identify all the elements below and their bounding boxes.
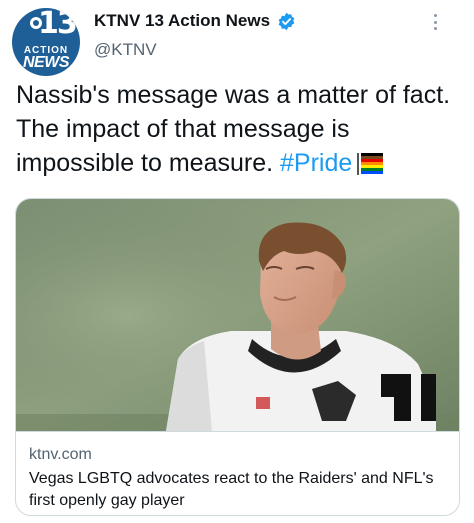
football-player-photo[interactable] <box>16 199 459 431</box>
link-card-meta[interactable]: ktnv.com Vegas LGBTQ advocates react to … <box>16 431 459 515</box>
avatar-number: 13 <box>38 8 78 41</box>
handle[interactable]: @KTNV <box>94 40 157 60</box>
rainbow-flag-icon <box>356 153 384 175</box>
more-options-icon[interactable] <box>427 12 443 32</box>
display-name[interactable]: KTNV 13 Action News <box>94 11 270 31</box>
link-domain: ktnv.com <box>29 446 92 463</box>
verified-badge-icon <box>278 12 295 31</box>
tweet-body: Nassib's message was a matter of fact. T… <box>16 81 451 177</box>
avatar-line2: NEWS <box>23 54 70 71</box>
hashtag-link[interactable]: #Pride <box>280 149 352 177</box>
link-title: Vegas LGBTQ advocates react to the Raide… <box>29 470 434 509</box>
tweet-text: Nassib's message was a matter of fact. T… <box>16 78 461 180</box>
player-photo-illustration <box>16 199 459 431</box>
avatar[interactable]: 13 ACTION NEWS <box>12 8 80 76</box>
link-card[interactable]: ktnv.com Vegas LGBTQ advocates react to … <box>15 198 460 516</box>
